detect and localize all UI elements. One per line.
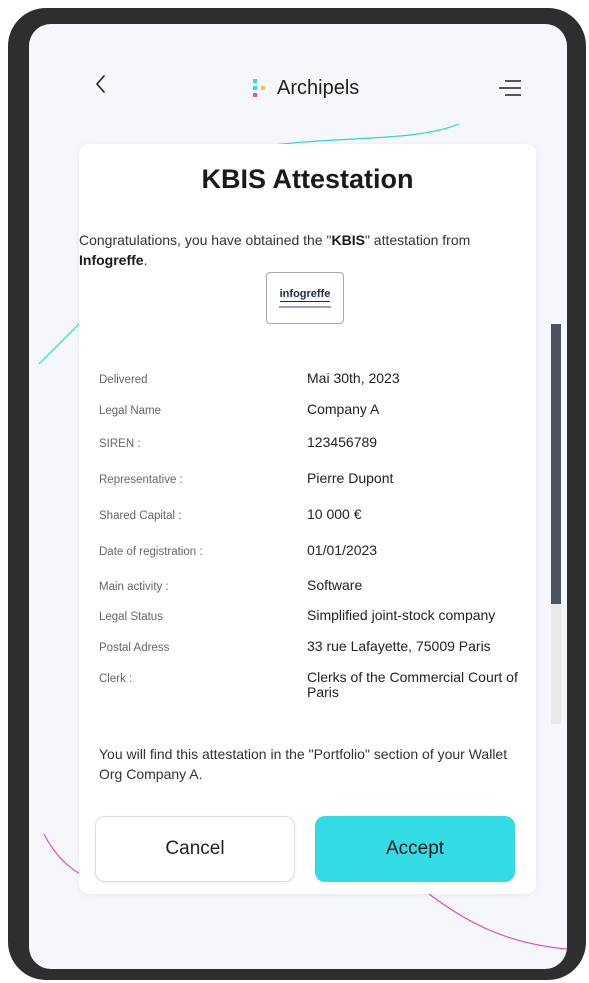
detail-label: Date of registration : bbox=[99, 546, 203, 558]
detail-label: Legal Status bbox=[99, 611, 163, 623]
detail-label: Delivered bbox=[99, 374, 148, 386]
intro-middle: " attestation from bbox=[364, 232, 471, 248]
details-scrollbar[interactable] bbox=[551, 324, 561, 724]
intro-text: Congratulations, you have obtained the "… bbox=[79, 230, 519, 270]
app-screen: Archipels KBIS Attestation Congratulatio… bbox=[29, 24, 567, 969]
archipels-logo-icon bbox=[253, 79, 265, 97]
detail-label: Legal Name bbox=[99, 405, 162, 417]
detail-value: Pierre Dupont bbox=[307, 470, 394, 486]
intro-bold: KBIS bbox=[331, 232, 365, 248]
detail-value: Clerks of the Commercial Court of Paris bbox=[307, 669, 518, 700]
detail-value: 10 000 € bbox=[307, 506, 362, 522]
intro-prefix: Congratulations, you have obtained the " bbox=[79, 232, 332, 248]
menu-lines-icon bbox=[499, 80, 521, 96]
issuer-logo: infogreffe bbox=[266, 272, 344, 324]
intro-suffix: . bbox=[143, 252, 148, 268]
cancel-button[interactable]: Cancel bbox=[95, 816, 295, 882]
detail-label: Clerk : bbox=[99, 673, 133, 685]
scrollbar-thumb[interactable] bbox=[551, 324, 561, 604]
device-frame: Archipels KBIS Attestation Congratulatio… bbox=[8, 8, 586, 980]
detail-value: Company A bbox=[307, 401, 380, 417]
detail-value: Mai 30th, 2023 bbox=[307, 370, 400, 386]
issuer-logo-tagline bbox=[279, 306, 331, 308]
detail-label: Shared Capital : bbox=[99, 510, 182, 522]
back-button[interactable] bbox=[89, 70, 113, 98]
attestation-card: KBIS Attestation Congratulations, you ha… bbox=[79, 144, 561, 894]
detail-label: Postal Adress bbox=[99, 642, 170, 654]
detail-value: 123456789 bbox=[307, 434, 378, 450]
brand-name: Archipels bbox=[277, 76, 360, 99]
accept-button[interactable]: Accept bbox=[315, 816, 515, 882]
detail-label: Representative : bbox=[99, 474, 183, 486]
intro-issuer: Infogreffe bbox=[79, 252, 144, 268]
chevron-left-icon bbox=[95, 75, 105, 93]
menu-button[interactable] bbox=[499, 78, 523, 98]
brand: Archipels bbox=[251, 74, 359, 102]
top-bar: Archipels bbox=[29, 64, 567, 108]
detail-label: SIREN : bbox=[99, 438, 141, 450]
attestation-details[interactable]: Delivered Mai 30th, 2023 Legal Name Comp… bbox=[99, 320, 529, 726]
detail-label: Main activity : bbox=[99, 581, 169, 593]
card-title: KBIS Attestation bbox=[201, 164, 414, 194]
detail-value: 33 rue Lafayette, 75009 Paris bbox=[307, 638, 491, 654]
detail-value: Software bbox=[307, 577, 363, 593]
issuer-logo-text: infogreffe bbox=[279, 288, 331, 302]
detail-value: 01/01/2023 bbox=[307, 542, 378, 558]
portfolio-note: You will find this attestation in the "P… bbox=[99, 746, 508, 782]
detail-value: Simplified joint-stock company bbox=[307, 607, 496, 623]
